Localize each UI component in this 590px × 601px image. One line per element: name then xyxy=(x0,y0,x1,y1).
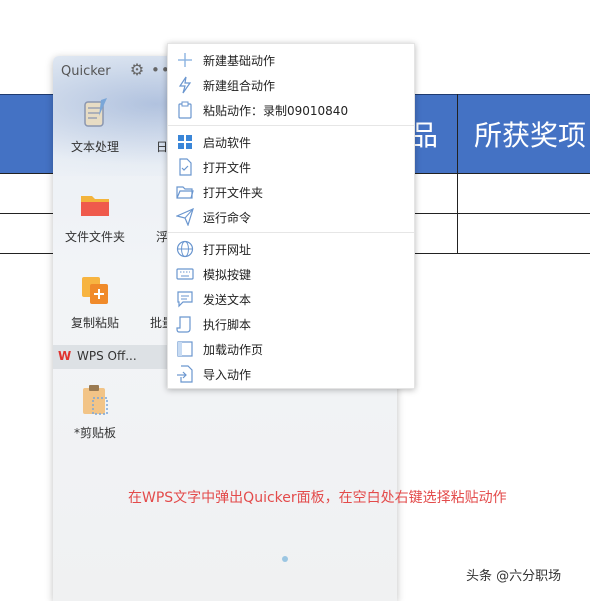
header-cell-awards: 所获奖项 xyxy=(474,119,587,152)
menu-separator xyxy=(168,232,414,233)
windows-icon xyxy=(176,133,194,151)
menu-item-open-url[interactable]: 打开网址 xyxy=(168,236,414,261)
menu-item-paste-action[interactable]: 粘贴动作：录制09010840 xyxy=(168,97,414,122)
menu-item-new-basic-action[interactable]: 新建基础动作 xyxy=(168,47,414,72)
lightning-icon xyxy=(176,76,194,94)
menu-item-send-text[interactable]: 发送文本 xyxy=(168,286,414,311)
script-icon xyxy=(176,315,194,333)
scroll-quill-icon xyxy=(77,96,113,132)
menu-item-open-folder[interactable]: 打开文件夹 xyxy=(168,179,414,204)
panel-title: Quicker xyxy=(61,64,111,79)
menu-label: 新建基础动作 xyxy=(203,54,276,68)
menu-label: 打开文件夹 xyxy=(203,186,264,200)
menu-item-import-action[interactable]: 导入动作 xyxy=(168,361,414,386)
file-check-icon xyxy=(176,158,194,176)
watermark: 头条 @六分职场 xyxy=(466,569,562,584)
menu-item-load-action-page[interactable]: 加载动作页 xyxy=(168,336,414,361)
partial-icon xyxy=(120,272,156,308)
wps-icon: W xyxy=(58,349,72,363)
menu-label: 加载动作页 xyxy=(203,343,264,357)
menu-label: 打开网址 xyxy=(203,243,252,257)
menu-label: 启动软件 xyxy=(203,136,252,150)
copy-paste-icon xyxy=(77,272,113,308)
menu-label: 模拟按键 xyxy=(203,268,252,282)
menu-item-simulate-keys[interactable]: 模拟按键 xyxy=(168,261,414,286)
import-icon xyxy=(176,365,194,383)
menu-item-run-script[interactable]: 执行脚本 xyxy=(168,311,414,336)
keyboard-icon xyxy=(176,265,194,283)
context-menu: 新建基础动作 新建组合动作 粘贴动作：录制09010840 启动软件 打开文件 … xyxy=(167,43,415,389)
menu-item-open-file[interactable]: 打开文件 xyxy=(168,154,414,179)
menu-label: 粘贴动作：录制09010840 xyxy=(203,104,349,118)
chat-text-icon xyxy=(176,290,194,308)
group-label: WPS Off... xyxy=(77,349,137,363)
menu-item-new-combo-action[interactable]: 新建组合动作 xyxy=(168,72,414,97)
folder-open-icon xyxy=(176,183,194,201)
globe-icon xyxy=(176,240,194,258)
tile-clipboard[interactable]: *剪贴板 xyxy=(53,382,140,441)
menu-separator xyxy=(168,125,414,126)
folder-icon xyxy=(77,186,113,222)
page-icon xyxy=(176,340,194,358)
paper-plane-icon xyxy=(175,207,194,227)
menu-label: 打开文件 xyxy=(203,161,252,175)
annotation-caption: 在WPS文字中弹出Quicker面板，在空白处右键选择粘贴动作 xyxy=(128,490,507,506)
menu-label: 导入动作 xyxy=(203,368,252,382)
clipboard-icon xyxy=(77,382,113,418)
tile-label: *剪贴板 xyxy=(73,426,116,440)
partial-icon xyxy=(120,186,156,222)
menu-item-launch-app[interactable]: 启动软件 xyxy=(168,129,414,154)
decoration-dot xyxy=(282,556,288,562)
menu-label: 运行命令 xyxy=(203,211,252,225)
table-col-divider xyxy=(457,94,458,254)
gear-icon[interactable]: ⚙ xyxy=(128,61,146,79)
plus-icon xyxy=(176,51,194,69)
menu-label: 新建组合动作 xyxy=(203,79,276,93)
menu-item-run-command[interactable]: 运行命令 xyxy=(168,204,414,229)
menu-label: 执行脚本 xyxy=(203,318,252,332)
menu-label: 发送文本 xyxy=(203,293,252,307)
calendar-icon xyxy=(120,96,156,132)
clipboard-icon xyxy=(176,101,194,119)
